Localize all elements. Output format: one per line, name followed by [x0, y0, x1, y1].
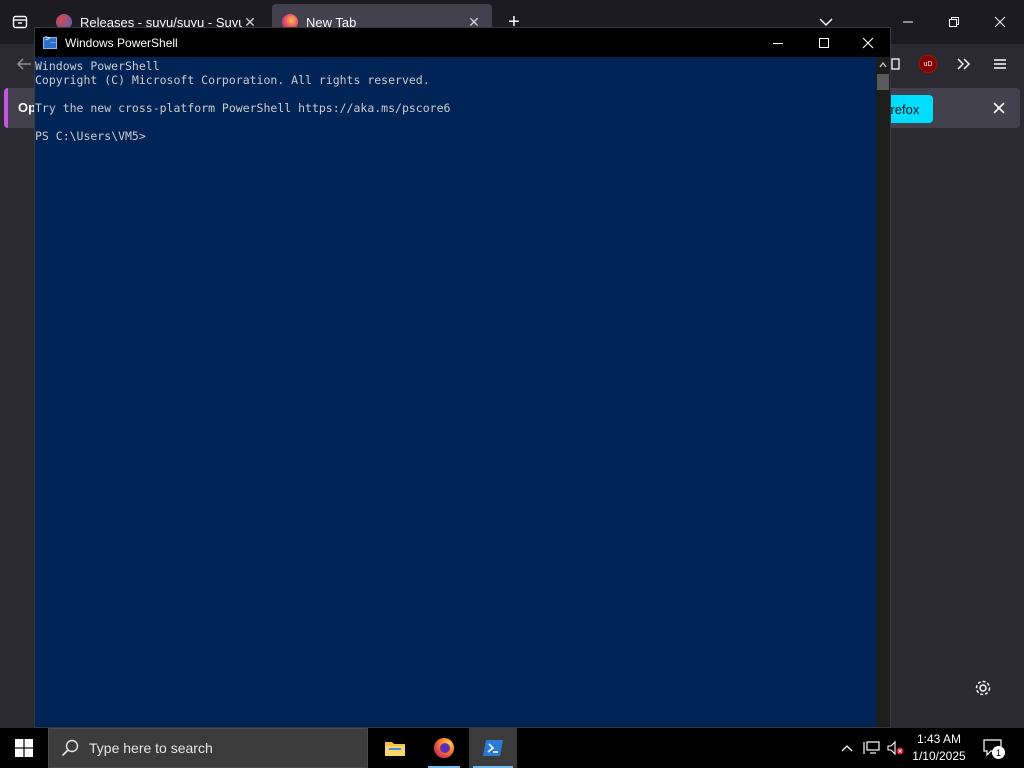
network-icon[interactable] [860, 738, 882, 758]
firefox-logo-icon [434, 738, 454, 758]
settings-gear-icon[interactable] [972, 677, 994, 699]
console-prompt: PS C:\Users\VM5> [35, 129, 146, 143]
windows-logo-icon [15, 739, 33, 757]
volume-muted-icon[interactable] [884, 738, 906, 758]
dismiss-notification-icon[interactable] [988, 98, 1010, 118]
console-output[interactable]: Windows PowerShell Copyright (C) Microsof… [35, 57, 876, 727]
console-line: Try the new cross-platform PowerShell ht… [35, 101, 451, 115]
taskbar-powershell[interactable] [469, 728, 517, 768]
firefox-view-icon[interactable] [8, 12, 32, 32]
window-title: Windows PowerShell [65, 35, 178, 50]
more-tools-chevrons-icon[interactable] [952, 54, 976, 74]
search-icon [61, 739, 79, 757]
scrollbar-thumb[interactable] [877, 74, 889, 90]
console-line: Copyright (C) Microsoft Corporation. All… [35, 73, 430, 87]
scroll-up-arrow-icon[interactable] [876, 57, 890, 73]
clock-time: 1:43 AM [916, 732, 962, 746]
start-button[interactable] [0, 728, 48, 768]
hamburger-menu-icon[interactable] [988, 54, 1012, 74]
restore-icon[interactable] [942, 10, 966, 34]
taskbar-search-box[interactable]: Type here to search [48, 728, 368, 768]
maximize-icon[interactable] [801, 28, 847, 57]
powershell-window: Windows PowerShell Windows PowerShellCop… [34, 27, 891, 728]
taskbar-firefox[interactable] [420, 728, 468, 768]
taskbar-file-explorer[interactable] [371, 728, 419, 768]
taskbar-clock[interactable]: 1:43 AM 1/10/2025 [904, 728, 974, 768]
show-hidden-icons-chevron-up-icon[interactable] [838, 738, 856, 758]
powershell-icon [483, 740, 503, 756]
close-window-icon[interactable] [988, 10, 1012, 34]
back-arrow-icon[interactable] [12, 54, 36, 74]
minimize-icon[interactable] [896, 10, 920, 34]
minimize-icon[interactable] [755, 28, 801, 57]
windows-taskbar: Type here to search 1:43 AM 1/10/2025 1 [0, 728, 1024, 768]
powershell-icon [43, 34, 57, 49]
ublock-origin-icon[interactable]: uD [919, 55, 937, 73]
search-placeholder: Type here to search [89, 740, 213, 756]
notification-count-badge: 1 [992, 746, 1005, 759]
console-scrollbar[interactable] [876, 57, 890, 727]
console-line: Windows PowerShell [35, 59, 160, 73]
close-window-icon[interactable] [845, 28, 891, 57]
folder-icon [385, 742, 405, 756]
notification-center-icon[interactable]: 1 [980, 736, 1006, 760]
clock-date: 1/10/2025 [912, 749, 966, 763]
